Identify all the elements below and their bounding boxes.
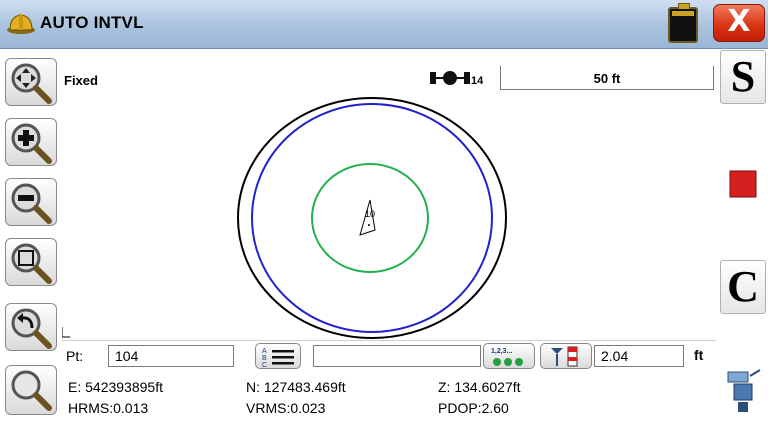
battery-icon [668,3,698,43]
pan-arrows-magnifier-icon [11,63,52,104]
description-input[interactable] [313,345,481,367]
pan-zoom-button[interactable] [5,58,57,106]
zoom-previous-button[interactable] [5,303,57,351]
elevation-readout: Z: 134.6027ft [438,379,521,395]
svg-text:A: A [262,348,267,355]
point-label: 10 [365,209,375,219]
layer-points-button[interactable]: 1,2,3... [483,343,535,369]
abc-list-icon: A B C [262,348,294,369]
satellite-monitor-icon [727,369,761,412]
zoom-window-button[interactable] [5,238,57,286]
solution-status: Fixed [64,73,98,88]
clear-button[interactable]: C [720,260,766,314]
window-title: AUTO INTVL [40,13,144,32]
close-button[interactable]: X [713,4,765,42]
point-panel: Pt: 104 A B C 1,2,3... 2.04 ft E: 542393… [62,340,716,418]
zoom-out-button[interactable] [5,178,57,226]
zoom-in-button[interactable] [5,118,57,166]
svg-text:C: C [262,362,267,368]
height-unit: ft [694,347,704,363]
axis-indicator-icon [62,327,70,338]
stop-button[interactable] [720,158,766,212]
store-button[interactable]: S [720,50,766,104]
zoom-out-icon [11,183,52,224]
current-position-dot [368,224,370,226]
clear-label: C [727,262,759,311]
rod-height-input[interactable]: 2.04 [594,345,684,367]
hrms-readout: HRMS:0.013 [68,400,149,416]
satellite-icon [430,71,470,85]
stop-icon [729,170,757,198]
map-scale: 50 ft [500,66,714,90]
title-bar: AUTO INTVL X [0,0,768,49]
satellite-monitor-button[interactable] [720,362,766,416]
zoom-window-icon [11,243,52,284]
zoom-extents-icon [11,370,52,411]
description-list-button[interactable]: A B C [255,343,301,369]
numbered-points-icon: 1,2,3... [491,348,523,366]
rod-height-button[interactable] [540,343,592,369]
vrms-readout: VRMS:0.023 [246,400,326,416]
zoom-extents-button[interactable] [5,365,57,415]
northing-readout: N: 127483.469ft [246,379,346,395]
store-label: S [730,52,756,101]
hardhat-icon [7,14,35,34]
satellite-count: 14 [471,75,484,87]
point-number-input[interactable]: 104 [108,345,234,367]
svg-text:1,2,3...: 1,2,3... [491,348,512,355]
point-label-text: Pt: [66,348,84,364]
zoom-previous-icon [11,308,52,349]
rod-height-icon [551,346,578,367]
pdop-readout: PDOP:2.60 [438,400,509,416]
svg-text:B: B [262,355,267,362]
easting-readout: E: 542393895ft [68,379,163,395]
map-view[interactable]: 10 [62,92,714,339]
zoom-in-icon [11,123,52,164]
